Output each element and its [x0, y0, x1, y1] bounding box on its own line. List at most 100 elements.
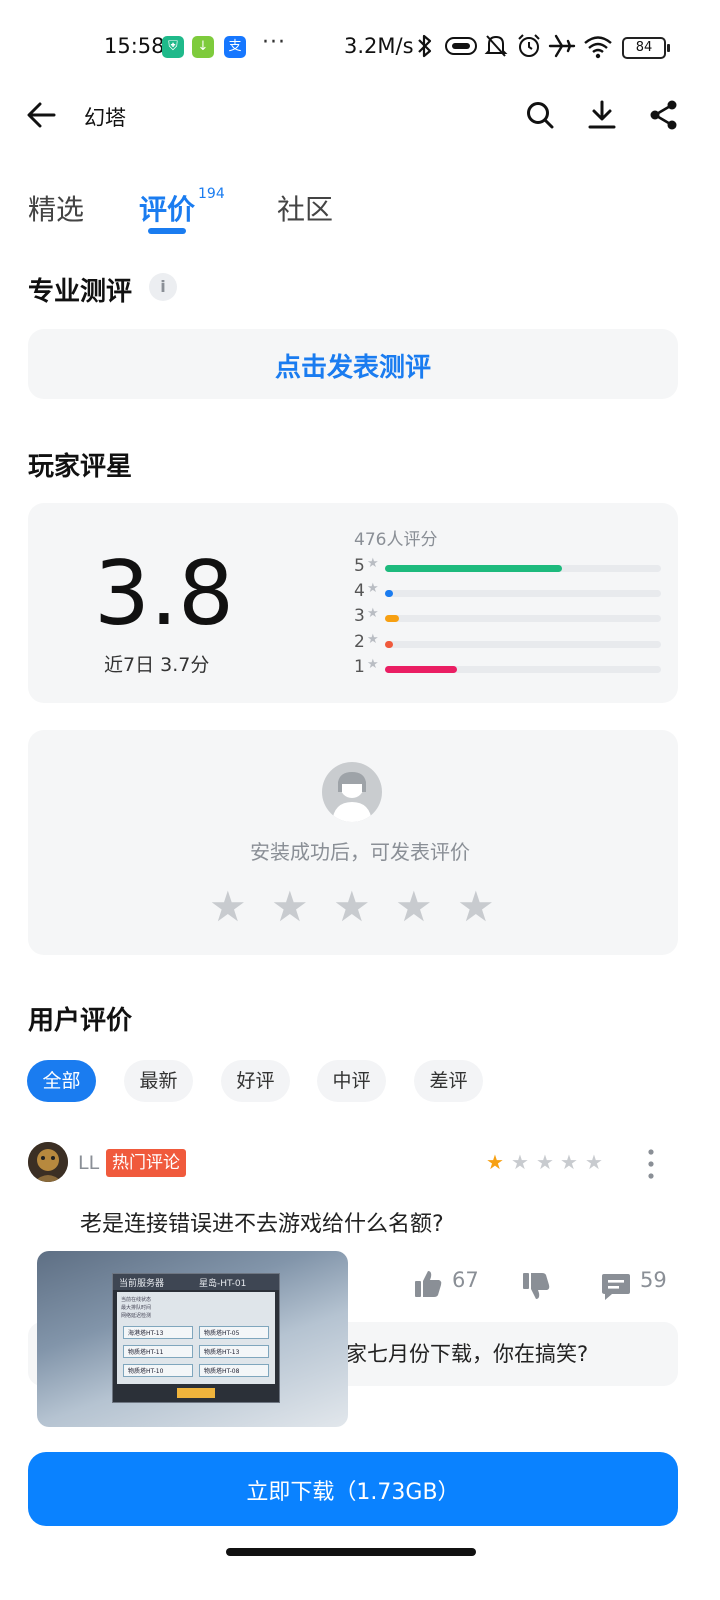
back-button[interactable] [26, 98, 58, 132]
pro-review-heading: 专业测评 [28, 277, 133, 307]
back-arrow-icon [27, 102, 56, 128]
rating-bar-fill [385, 615, 399, 622]
rating-bar-track [385, 615, 661, 622]
download-app-icon: ↓ [192, 36, 214, 58]
comment-count: 59 [640, 1268, 667, 1292]
rating-bar-2: 2 ★ [354, 632, 664, 654]
dialog-line: 当前在线状态 [121, 1297, 152, 1303]
filter-latest[interactable]: 最新 [124, 1060, 193, 1102]
dialog-header: 当前服务器 星岛-HT-01 [113, 1274, 279, 1290]
publish-review-button[interactable]: 点击发表测评 [28, 329, 678, 399]
server-button: 物质塔HT-05 [199, 1326, 269, 1339]
rating-bar-fill [385, 590, 394, 597]
server-button: 物质塔HT-10 [123, 1364, 193, 1377]
page-title: 幻塔 [84, 106, 126, 130]
rating-bar-track [385, 590, 661, 597]
server-button: 物质塔HT-13 [199, 1345, 269, 1358]
tab-featured[interactable]: 精选 [28, 188, 84, 228]
like-button[interactable] [412, 1268, 444, 1304]
home-indicator[interactable] [226, 1548, 476, 1556]
rate-star-3[interactable]: ★ [333, 882, 371, 931]
filter-positive[interactable]: 好评 [221, 1060, 290, 1102]
average-score: 3.8 [94, 542, 234, 645]
floating-video-preview[interactable]: 当前服务器 星岛-HT-01 当前在线状态 最大排队时间 网络延迟检测 海港塔H… [37, 1251, 348, 1427]
install-now-button[interactable]: 立即下载（1.73GB） [28, 1452, 678, 1526]
rate-star-4[interactable]: ★ [395, 882, 433, 931]
user-reviews-heading: 用户评价 [28, 1006, 133, 1036]
publish-review-label: 点击发表测评 [274, 353, 431, 383]
review-star-3: ★ [536, 1150, 554, 1174]
rating-bar-fill [385, 565, 562, 572]
rate-star-5[interactable]: ★ [457, 882, 495, 931]
comment-icon [602, 1274, 630, 1300]
rating-bar-label: 5 [354, 556, 365, 576]
share-button[interactable] [648, 98, 680, 132]
star-icon: ★ [367, 632, 379, 647]
rating-bar-4: 4 ★ [354, 581, 664, 603]
tab-community[interactable]: 社区 [277, 188, 333, 228]
install-now-label: 立即下载（1.73GB） [246, 1480, 460, 1505]
filter-negative[interactable]: 差评 [414, 1060, 483, 1102]
rater-count: 476人评分 [354, 530, 438, 550]
dislike-button[interactable] [520, 1270, 552, 1306]
recent-score: 近7日 3.7分 [104, 654, 210, 676]
review-star-4: ★ [560, 1150, 578, 1174]
dialog-server: 星岛-HT-01 [199, 1279, 247, 1289]
airplane-icon [548, 33, 576, 63]
dialog-line: 网络延迟检测 [121, 1313, 152, 1319]
review-star-2: ★ [511, 1150, 529, 1174]
tab-reviews[interactable]: 评价 [139, 188, 195, 228]
more-vertical-icon [648, 1149, 654, 1179]
tab-reviews-count: 194 [198, 186, 225, 202]
status-bar: 15:58 ⛨ ↓ 支 ··· 3.2M/s 84 [0, 0, 720, 92]
info-icon[interactable]: i [149, 273, 177, 301]
shield-app-icon: ⛨ [162, 36, 184, 58]
more-options-button[interactable] [643, 1144, 659, 1184]
dialog-line: 最大排队时间 [121, 1305, 152, 1311]
review-star-1: ★ [486, 1150, 504, 1174]
player-rating-heading: 玩家评星 [28, 452, 133, 482]
rating-bar-track [385, 641, 661, 648]
wifi-icon [583, 33, 613, 63]
reviewer-name[interactable]: LL [78, 1152, 99, 1174]
dialog-confirm-button [177, 1388, 215, 1398]
share-icon [650, 100, 677, 130]
install-hint: 安装成功后，可发表评价 [250, 840, 470, 864]
alarm-icon [516, 33, 542, 63]
rate-star-1[interactable]: ★ [209, 882, 247, 931]
tab-active-indicator [148, 228, 186, 234]
rate-star-2[interactable]: ★ [271, 882, 309, 931]
star-icon: ★ [367, 581, 379, 596]
reviewer-avatar[interactable] [28, 1142, 68, 1182]
dialog-title: 当前服务器 [119, 1279, 165, 1289]
comment-button[interactable] [600, 1270, 632, 1306]
server-button: 海港塔HT-13 [123, 1326, 193, 1339]
alipay-app-icon: 支 [224, 36, 246, 58]
filter-all[interactable]: 全部 [27, 1060, 96, 1102]
search-icon [527, 102, 554, 129]
dialog-body: 当前在线状态 最大排队时间 网络延迟检测 海港塔HT-13 物质塔HT-05 物… [117, 1292, 275, 1384]
mute-bell-icon [484, 33, 508, 63]
like-count: 67 [452, 1268, 479, 1292]
thumbs-down-icon [523, 1273, 550, 1299]
network-speed: 3.2M/s [344, 34, 414, 58]
star-icon: ★ [367, 657, 379, 672]
review-star-5: ★ [585, 1150, 603, 1174]
rating-bar-label: 4 [354, 581, 365, 601]
search-button[interactable] [524, 98, 556, 132]
server-button: 物质塔HT-11 [123, 1345, 193, 1358]
default-avatar-icon [322, 762, 382, 822]
hot-comment-badge: 热门评论 [106, 1149, 186, 1177]
server-button: 物质塔HT-08 [199, 1364, 269, 1377]
rating-bar-label: 3 [354, 606, 365, 626]
star-icon: ★ [367, 606, 379, 621]
download-button[interactable] [586, 98, 618, 132]
rating-bar-track [385, 565, 661, 572]
battery-indicator: 84 [622, 37, 670, 59]
status-time: 15:58 [104, 34, 165, 58]
filter-neutral[interactable]: 中评 [317, 1060, 386, 1102]
more-notifications-icon: ··· [262, 30, 286, 55]
star-icon: ★ [367, 556, 379, 571]
rating-bar-fill [385, 641, 394, 648]
rating-bar-track [385, 666, 661, 673]
